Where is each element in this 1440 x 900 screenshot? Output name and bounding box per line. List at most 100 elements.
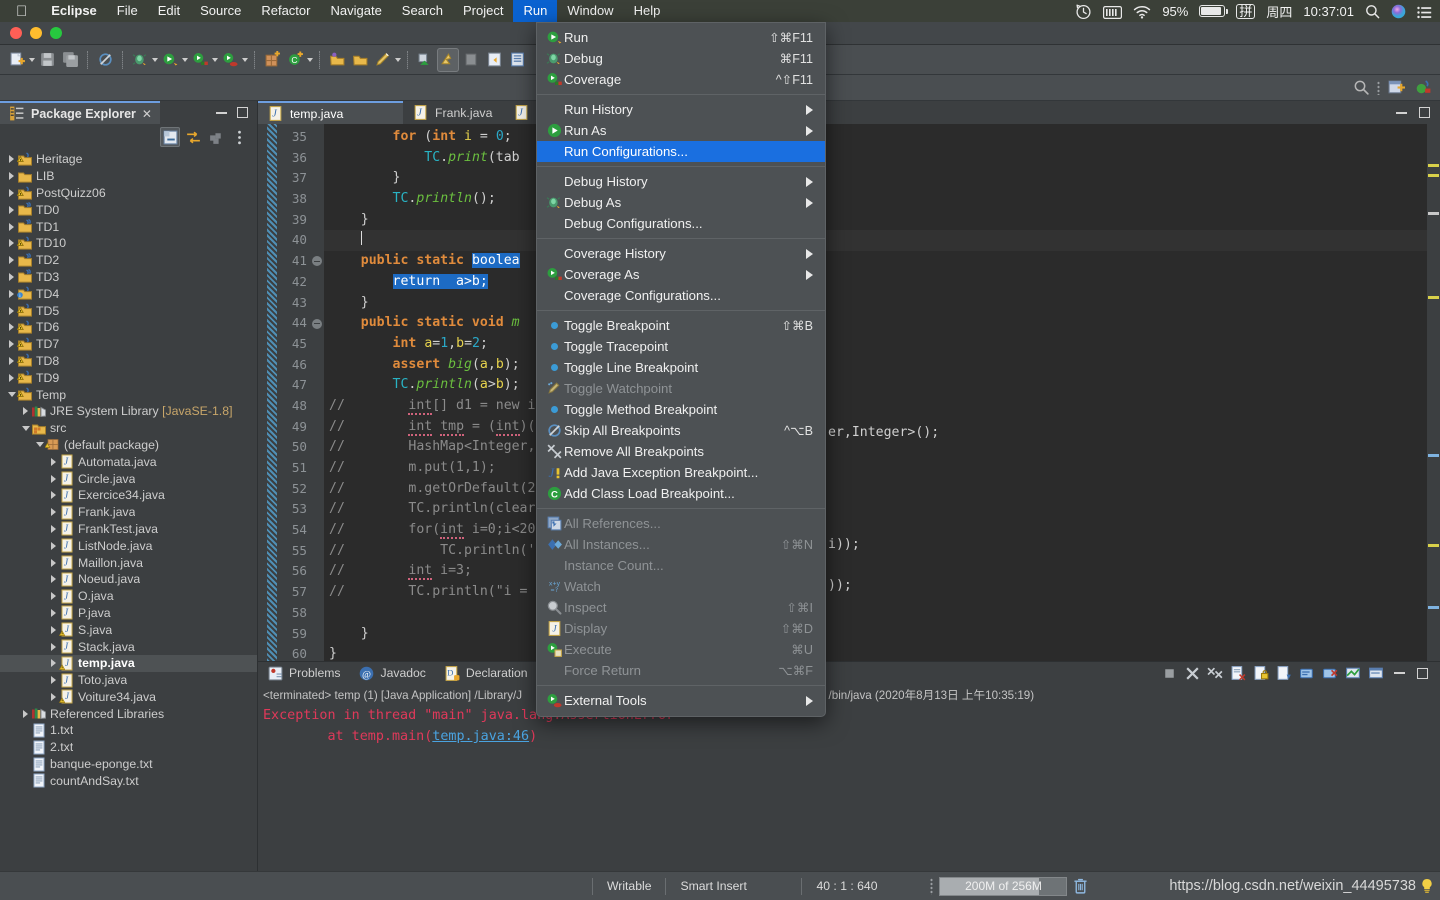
tree-item[interactable]: J Voiture34.java	[0, 689, 257, 706]
chevron-right-icon[interactable]	[6, 374, 17, 382]
tree-item[interactable]: JRE System Library [JavaSE-1.8]	[0, 403, 257, 420]
new-java-class-button[interactable]: C	[284, 48, 306, 72]
chevron-right-icon[interactable]	[48, 626, 59, 634]
tree-item[interactable]: TD3	[0, 269, 257, 286]
console-minimize-button[interactable]	[1391, 665, 1408, 682]
code-line[interactable]: // m.getOrDefault(2	[324, 479, 1440, 500]
code-line[interactable]: return a>b;	[324, 272, 1440, 293]
code-line[interactable]: // HashMap<Integer,	[324, 437, 1440, 458]
chevron-right-icon[interactable]	[48, 491, 59, 499]
display-selected-console-button[interactable]	[1322, 665, 1339, 682]
code-line[interactable]: assert big(a,b);	[324, 355, 1440, 376]
chevron-right-icon[interactable]	[48, 592, 59, 600]
time-machine-icon[interactable]	[1075, 2, 1092, 19]
chevron-right-icon[interactable]	[6, 340, 17, 348]
editor-tab-temp-java[interactable]: Jtemp.java	[258, 101, 403, 124]
menu-item-run-as[interactable]: Run As	[537, 120, 825, 141]
chevron-right-icon[interactable]	[48, 508, 59, 516]
java-perspective-icon[interactable]	[1412, 76, 1434, 100]
tree-item[interactable]: src	[0, 420, 257, 437]
code-line[interactable]: }	[324, 210, 1440, 231]
chevron-right-icon[interactable]	[6, 206, 17, 214]
menu-item-debug-as[interactable]: Debug As	[537, 192, 825, 213]
tree-item[interactable]: J P.java	[0, 605, 257, 622]
mac-menu-refactor[interactable]: Refactor	[251, 0, 320, 22]
code-line[interactable]: public static void m	[324, 313, 1440, 334]
chevron-right-icon[interactable]	[6, 256, 17, 264]
code-line[interactable]: }	[324, 293, 1440, 314]
tree-item[interactable]: 2.txt	[0, 739, 257, 756]
mac-menu-eclipse[interactable]: Eclipse	[41, 0, 107, 22]
mac-menu-edit[interactable]: Edit	[148, 0, 190, 22]
code-line[interactable]: public static boolea	[324, 251, 1440, 272]
project-tree[interactable]: Heritage LIB PostQuizz06 TD0 TD1 TD10 TD2 TD3 i T…	[0, 150, 257, 871]
chevron-right-icon[interactable]	[6, 189, 17, 197]
tree-item[interactable]: banque-eponge.txt	[0, 756, 257, 773]
chevron-right-icon[interactable]	[48, 643, 59, 651]
chevron-down-icon[interactable]	[307, 57, 313, 62]
search-icon[interactable]	[1350, 76, 1372, 100]
close-window-button[interactable]	[10, 27, 22, 39]
chevron-right-icon[interactable]	[6, 172, 17, 180]
folding-gutter[interactable]	[310, 124, 324, 661]
chevron-right-icon[interactable]	[6, 273, 17, 281]
menu-item-add-class-load-breakpoint[interactable]: C Add Class Load Breakpoint...	[537, 483, 825, 504]
menu-item-add-java-exception-breakpoint[interactable]: J Add Java Exception Breakpoint...	[537, 462, 825, 483]
code-line[interactable]: TC.println(a>b);	[324, 375, 1440, 396]
tree-item[interactable]: 1.txt	[0, 722, 257, 739]
tree-item[interactable]: TD5	[0, 302, 257, 319]
tree-item[interactable]: J Stack.java	[0, 638, 257, 655]
zoom-window-button[interactable]	[50, 27, 62, 39]
tree-item[interactable]: J Automata.java	[0, 453, 257, 470]
chevron-right-icon[interactable]	[6, 357, 17, 365]
code-line[interactable]: for (int i = 0;	[324, 127, 1440, 148]
tree-item[interactable]: Temp	[0, 386, 257, 403]
save-all-button[interactable]	[59, 48, 81, 72]
remove-all-terminated-button[interactable]	[1207, 665, 1224, 682]
mac-menu-project[interactable]: Project	[453, 0, 513, 22]
mac-menu-source[interactable]: Source	[190, 0, 251, 22]
chevron-down-icon[interactable]	[242, 57, 248, 62]
minimize-window-button[interactable]	[30, 27, 42, 39]
chevron-right-icon[interactable]	[20, 407, 31, 415]
coverage-button[interactable]	[189, 48, 211, 72]
scroll-lock-button[interactable]	[1253, 665, 1270, 682]
code-line[interactable]: int a=1,b=2;	[324, 334, 1440, 355]
battery-icon[interactable]	[1199, 5, 1229, 17]
fold-marker[interactable]	[310, 251, 324, 272]
console-tab-problems[interactable]: Problems	[258, 662, 349, 684]
code-line[interactable]: // m.put(1,1);	[324, 458, 1440, 479]
menu-item-run-history[interactable]: Run History	[537, 99, 825, 120]
overview-ruler[interactable]	[1427, 124, 1440, 661]
chevron-right-icon[interactable]	[48, 575, 59, 583]
chevron-down-icon[interactable]	[6, 392, 17, 397]
clear-console-button[interactable]	[1230, 665, 1247, 682]
menu-item-debug-configurations[interactable]: Debug Configurations...	[537, 213, 825, 234]
tree-item[interactable]: J S.java	[0, 621, 257, 638]
code-line[interactable]: // TC.println("i =	[324, 582, 1440, 603]
chevron-right-icon[interactable]	[48, 458, 59, 466]
mac-menu-file[interactable]: File	[107, 0, 148, 22]
code-line[interactable]: // TC.println('	[324, 541, 1440, 562]
chevron-right-icon[interactable]	[48, 659, 59, 667]
previous-annotation-button[interactable]	[414, 48, 436, 72]
open-type-button[interactable]	[326, 48, 348, 72]
skip-all-breakpoints-button[interactable]	[94, 48, 116, 72]
terminate-button[interactable]	[1161, 665, 1178, 682]
tree-item[interactable]: (default package)	[0, 437, 257, 454]
tree-item[interactable]: i TD4	[0, 285, 257, 302]
code-line[interactable]	[324, 603, 1440, 624]
code-line[interactable]	[324, 230, 1440, 252]
menu-item-toggle-tracepoint[interactable]: Toggle Tracepoint	[537, 336, 825, 357]
tree-item[interactable]: TD2	[0, 252, 257, 269]
view-menu-button[interactable]	[229, 127, 249, 147]
code-line[interactable]: // int i=3;	[324, 561, 1440, 582]
chevron-right-icon[interactable]	[20, 710, 31, 718]
back-button[interactable]	[483, 48, 505, 72]
next-annotation-button[interactable]	[437, 47, 459, 72]
last-edit-location-button[interactable]	[460, 48, 482, 72]
tree-item[interactable]: Referenced Libraries	[0, 705, 257, 722]
external-tools-button[interactable]	[219, 48, 241, 72]
tab-package-explorer[interactable]: Package Explorer ✕	[0, 101, 160, 124]
forward-button[interactable]	[506, 48, 528, 72]
